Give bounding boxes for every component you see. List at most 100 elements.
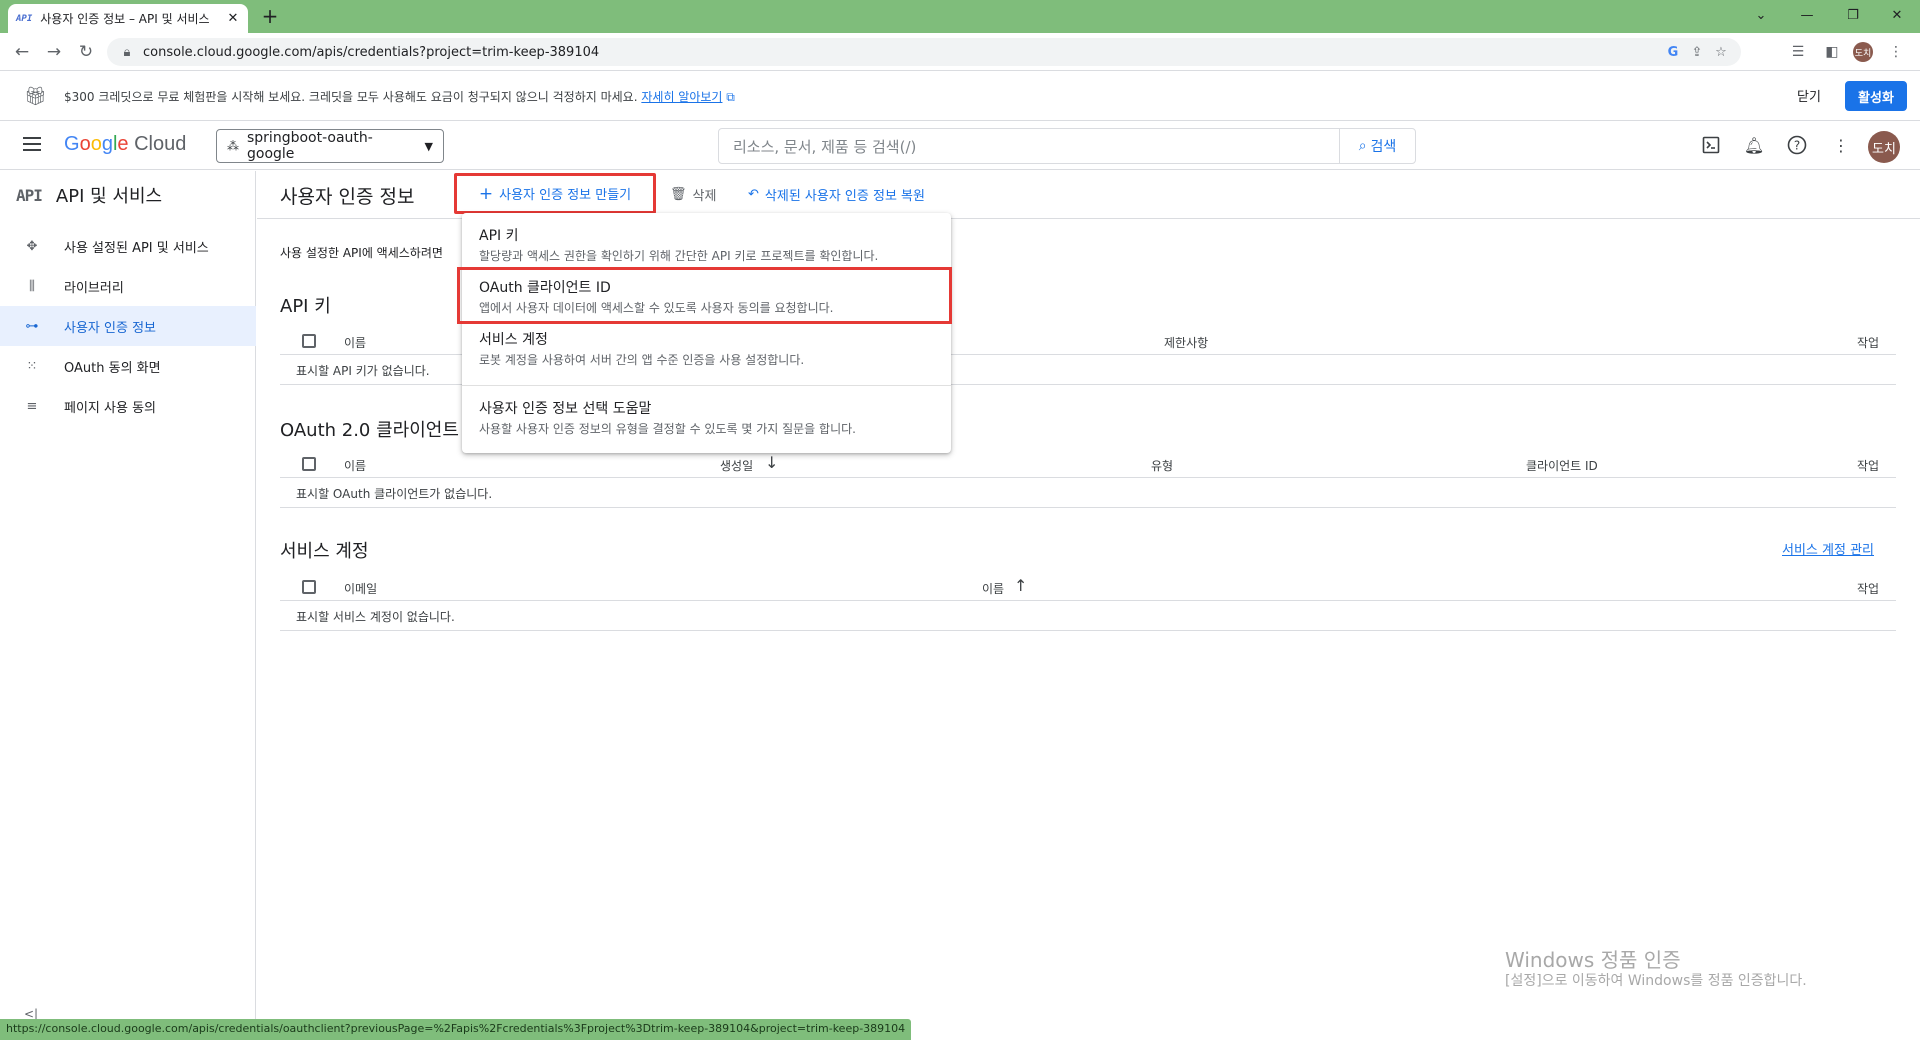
sidebar-item-page-usage-agreement[interactable]: ≡ 페이지 사용 동의 (0, 386, 256, 426)
sidebar-item-enabled-apis[interactable]: ✥ 사용 설정된 API 및 서비스 (0, 226, 256, 266)
library-icon: ⫼ (29, 278, 35, 294)
page-title: 사용자 인증 정보 (280, 186, 415, 208)
bookmark-star-icon[interactable]: ☆ (1713, 44, 1729, 60)
create-credentials-button[interactable]: + 사용자 인증 정보 만들기 (454, 173, 656, 214)
project-selector[interactable]: ⁂ springboot-oauth-google ▼ (216, 129, 444, 163)
api-favicon-icon: API (16, 13, 33, 24)
windows-activation-title: Windows 정품 인증 (1505, 948, 1681, 972)
manage-service-accounts-link[interactable]: 서비스 계정 관리 (1782, 539, 1874, 558)
oauth-table-bottom (280, 507, 1896, 508)
select-all-checkbox[interactable] (302, 334, 316, 348)
svg-text:?: ? (1794, 139, 1800, 153)
sidebar-title: API 및 서비스 (55, 186, 163, 207)
sidebar-item-oauth-consent[interactable]: ⁙ OAuth 동의 화면 (0, 346, 256, 386)
project-nodes-icon: ⁂ (227, 139, 239, 153)
column-actions: 작업 (1857, 582, 1880, 596)
column-type[interactable]: 유형 (1151, 457, 1173, 474)
forward-icon[interactable]: → (42, 40, 66, 64)
column-name[interactable]: 이름 (982, 580, 1004, 597)
oauth-clients-title: OAuth 2.0 클라이언트 ID (280, 420, 484, 441)
browser-menu-icon[interactable]: ⋮ (1884, 40, 1908, 64)
reading-list-icon[interactable]: ☰ (1786, 40, 1810, 64)
activate-button[interactable]: 활성화 (1845, 81, 1907, 111)
google-translate-icon[interactable]: G (1665, 44, 1681, 60)
browser-profile-avatar[interactable]: 도치 (1853, 42, 1873, 62)
sidebar-item-library[interactable]: ⫼ 라이브러리 (0, 266, 256, 306)
page-description: 사용 설정한 API에 액세스하려면 (280, 246, 443, 260)
service-accounts-title: 서비스 계정 (280, 541, 369, 562)
sort-up-arrow-icon[interactable]: ↑ (1014, 576, 1027, 595)
oauth-table-header: 이름 생성일 ↓ 유형 클라이언트 ID 작업 (280, 450, 1896, 478)
banner-message: $300 크레딧으로 무료 체험판을 시작해 보세요. 크레딧을 모두 사용해도… (64, 90, 638, 104)
select-all-checkbox[interactable] (302, 457, 316, 471)
notifications-bell-icon[interactable]: 🔔︎ (1742, 133, 1766, 157)
key-icon: ⊶ (25, 318, 39, 334)
api-logo-icon: API (16, 185, 43, 205)
project-name: springboot-oauth-google (247, 130, 373, 162)
free-trial-banner: 🎁︎ $300 크레딧으로 무료 체험판을 시작해 보세요. 크레딧을 모두 사… (0, 72, 1920, 121)
search-icon: ⌕ (1358, 138, 1367, 154)
tab-title: 사용자 인증 정보 – API 및 서비스 (40, 12, 210, 26)
restore-icon[interactable]: ❐ (1830, 0, 1876, 30)
column-actions: 작업 (1857, 459, 1880, 473)
hamburger-menu-icon[interactable] (22, 135, 46, 155)
new-tab-icon[interactable]: + (258, 4, 282, 28)
account-avatar[interactable]: 도치 (1868, 131, 1900, 163)
browser-tab-strip (0, 0, 1920, 33)
address-bar[interactable]: 🔒︎ console.cloud.google.com/apis/credent… (107, 38, 1741, 66)
create-credentials-menu: API 키 할당량과 액세스 권한을 확인하기 위해 간단한 API 키로 프로… (462, 213, 951, 453)
link-status-bar: https://console.cloud.google.com/apis/cr… (0, 1019, 912, 1040)
menu-item-service-account[interactable]: 서비스 계정 로봇 계정을 사용하여 서버 간의 앱 수준 인증을 사용 설정합… (462, 329, 951, 368)
side-panel-icon[interactable]: ◧ (1820, 40, 1844, 64)
minimize-icon[interactable]: — (1784, 0, 1830, 30)
column-client-id[interactable]: 클라이언트 ID (1526, 457, 1598, 474)
search-button[interactable]: ⌕ 검색 (1339, 129, 1415, 163)
service-accounts-empty: 표시할 서비스 계정이 없습니다. (296, 610, 455, 624)
tab-close-icon[interactable]: ✕ (226, 11, 240, 26)
service-accounts-table-bottom (280, 630, 1896, 631)
api-keys-empty: 표시할 API 키가 없습니다. (296, 364, 430, 378)
menu-item-api-key[interactable]: API 키 할당량과 액세스 권한을 확인하기 위해 간단한 API 키로 프로… (462, 225, 951, 264)
oauth-empty: 표시할 OAuth 클라이언트가 없습니다. (296, 487, 493, 501)
oauth-highlight-box (457, 267, 952, 324)
google-cloud-logo[interactable]: Google Cloud (64, 133, 186, 156)
select-all-checkbox[interactable] (302, 580, 316, 594)
trash-icon: 🗑︎ (670, 187, 687, 202)
column-actions: 작업 (1857, 336, 1880, 350)
window-close-icon[interactable]: ✕ (1874, 0, 1920, 30)
sidebar-item-credentials[interactable]: ⊶ 사용자 인증 정보 (0, 306, 256, 346)
column-restrictions[interactable]: 제한사항 (1164, 334, 1208, 351)
api-keys-title: API 키 (280, 296, 331, 317)
delete-button[interactable]: 🗑︎ 삭제 (670, 185, 716, 204)
column-email[interactable]: 이메일 (344, 580, 377, 597)
dropdown-caret-icon: ▼ (424, 139, 433, 153)
tab-search-chevron-icon[interactable]: ⌄ (1738, 0, 1784, 30)
sort-down-arrow-icon[interactable]: ↓ (765, 453, 778, 472)
cloud-shell-icon[interactable] (1699, 133, 1723, 157)
gift-icon: 🎁︎ (24, 86, 47, 107)
banner-close-button[interactable]: 닫기 (1797, 86, 1821, 105)
diamond-arrows-icon: ✥ (26, 238, 38, 254)
search-input[interactable]: 리소스, 문서, 제품 등 검색(/) (719, 136, 1339, 157)
menu-item-help-me-choose[interactable]: 사용자 인증 정보 선택 도움말 사용할 사용자 인증 정보의 유형을 결정할 … (462, 385, 951, 437)
restore-deleted-button[interactable]: ↶ 삭제된 사용자 인증 정보 복원 (748, 185, 925, 204)
column-created[interactable]: 생성일 (720, 457, 753, 474)
share-icon[interactable]: ⇪ (1689, 44, 1705, 60)
learn-more-link[interactable]: 자세히 알아보기 (641, 90, 722, 104)
console-search[interactable]: 리소스, 문서, 제품 등 검색(/) ⌕ 검색 (718, 128, 1416, 164)
plus-icon: + (478, 183, 494, 204)
column-name[interactable]: 이름 (344, 334, 366, 351)
url-text[interactable]: console.cloud.google.com/apis/credential… (143, 45, 1657, 60)
consent-grid-icon: ⁙ (26, 358, 38, 374)
settings-list-icon: ≡ (26, 398, 38, 414)
more-options-icon[interactable]: ⋮ (1829, 133, 1853, 157)
reload-icon[interactable]: ↻ (74, 40, 98, 64)
service-accounts-table-header: 이메일 이름 ↑ 작업 (280, 573, 1896, 601)
help-icon[interactable]: ? (1785, 133, 1809, 157)
external-link-icon[interactable]: ⧉ (726, 90, 735, 104)
browser-tab[interactable]: API 사용자 인증 정보 – API 및 서비스 ✕ (8, 4, 248, 33)
lock-icon[interactable]: 🔒︎ (119, 44, 135, 60)
sidebar-header: API API 및 서비스 (16, 182, 162, 208)
back-icon[interactable]: ← (10, 40, 34, 64)
column-name[interactable]: 이름 (344, 457, 366, 474)
